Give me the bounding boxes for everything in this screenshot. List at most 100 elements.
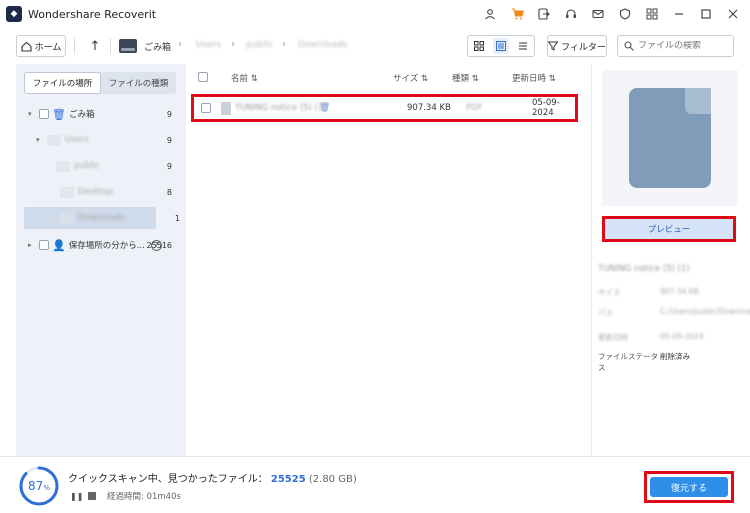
tree-item-count: 8 [166,187,172,197]
filter-button[interactable]: フィルター [547,35,607,57]
filter-label: フィルター [561,42,606,53]
table-row[interactable]: TUNING notice (5) (1) 🗑 907.34 KB PDF 05… [191,94,578,122]
cart-icon[interactable] [508,5,526,23]
tree-item-count: 1 [174,213,180,223]
column-size[interactable]: サイズ ⇅ [393,72,428,84]
details-row-status: ファイルステータス 削除済み [598,352,690,372]
user-icon[interactable] [481,5,499,23]
person-icon: 👤 [52,238,66,252]
elapsed-time: 経過時間: 01m40s [107,492,181,502]
details-row: サイズ 907.34 KB [598,287,699,297]
sign-out-icon[interactable] [535,5,553,23]
recover-button[interactable]: 復元する [650,477,728,497]
folder-icon [56,160,70,172]
toolbar: ホーム ↑ ごみ箱 › Users › public › Downloads フ… [0,30,750,62]
headset-icon[interactable] [562,5,580,23]
tree-item-trash[interactable]: ▾ 🗑 ごみ箱 9 [16,103,186,125]
sidebar-tabs: ファイルの場所 ファイルの種類 [24,72,176,94]
chevron-right-icon: › [231,39,235,50]
details-panel: プレビュー TUNING notice (5) (1) サイズ 907.34 KB… [591,64,750,456]
mail-icon[interactable] [589,5,607,23]
pause-icon[interactable]: ❚❚ [70,492,83,501]
home-button[interactable]: ホーム [16,35,66,57]
list-view-icon[interactable] [515,38,531,54]
status-bar: 87% クイックスキャン中、見つかったファイル： 25525 (2.80 GB)… [0,456,750,513]
file-type: PDF [466,103,483,113]
select-all-checkbox[interactable] [198,72,208,82]
divider [110,38,111,54]
recover-button-highlight: 復元する [644,471,734,503]
app-logo-icon: ◆ [6,6,22,22]
tree-item-users[interactable]: ▾ Users 9 [16,129,186,151]
preview-button[interactable]: プレビュー [602,216,736,242]
checkbox[interactable] [39,109,49,119]
folder-icon [60,212,74,224]
list-header: 名前 ⇅ サイズ ⇅ 種類 ⇅ 更新日時 ⇅ [188,64,588,88]
shield-icon[interactable] [616,5,634,23]
chevron-down-icon[interactable]: ▾ [36,136,44,144]
tree-item-label: 保存場所の分から... [68,241,145,251]
detail-view-icon[interactable] [493,38,509,54]
tree-item-count: 9 [166,109,172,119]
home-label: ホーム [34,42,62,53]
preview-thumbnail [602,70,738,206]
drive-icon [119,39,137,53]
chevron-right-icon: › [178,39,182,50]
tree-item-unknown-location[interactable]: ▸ 👤 保存場所の分から... ? 25516 [16,234,186,256]
row-checkbox[interactable] [201,103,211,113]
column-name[interactable]: 名前 ⇅ [231,72,258,84]
tree-item-label: ごみ箱 [68,110,95,120]
app-title: Wondershare Recoverit [28,7,157,21]
breadcrumb-trash[interactable]: ごみ箱 [144,40,171,53]
document-icon [629,88,711,188]
sidebar: ファイルの場所 ファイルの種類 ▾ 🗑 ごみ箱 9 ▾ Users 9 publ… [16,64,186,456]
chevron-right-icon: › [282,39,286,50]
minimize-icon[interactable] [670,5,688,23]
up-arrow-icon[interactable]: ↑ [84,35,106,57]
close-icon[interactable] [724,5,742,23]
folder-icon [47,134,61,146]
tree-item-count: 9 [166,161,172,171]
tree-item-label: public [74,161,100,171]
checkbox[interactable] [39,240,49,250]
chevron-right-icon[interactable]: ▸ [28,241,36,249]
tab-file-type[interactable]: ファイルの種類 [101,72,176,94]
grid-menu-icon[interactable] [643,5,661,23]
tree-item-label: Desktop [78,187,114,197]
progress-percent: 87% [28,479,50,493]
chevron-down-icon[interactable]: ▾ [28,110,36,118]
folder-icon [60,186,74,198]
view-toggle-group [467,35,535,57]
grid-view-icon[interactable] [471,38,487,54]
column-type[interactable]: 種類 ⇅ [452,72,479,84]
filter-icon [548,41,559,51]
file-size: 907.34 KB [407,103,451,113]
stop-icon[interactable] [88,492,96,500]
file-date: 05-09-2024 [532,98,560,118]
tree-item-desktop[interactable]: Desktop 8 [16,181,186,203]
title-bar: ◆ Wondershare Recoverit [0,0,750,28]
breadcrumb-downloads[interactable]: Downloads [298,40,347,50]
tree-item-public[interactable]: public 9 [16,155,186,177]
search-box[interactable] [617,35,734,57]
title-icons [481,5,742,23]
file-icon [221,101,231,115]
tree-item-count: 25516 [146,240,172,250]
tab-file-location[interactable]: ファイルの場所 [24,72,101,94]
breadcrumb-public[interactable]: public [246,40,273,50]
deleted-icon: 🗑 [319,103,331,113]
maximize-icon[interactable] [697,5,715,23]
breadcrumb-users[interactable]: Users [196,40,221,50]
column-date[interactable]: 更新日時 ⇅ [512,72,556,84]
file-name: TUNING notice (5) (1) [235,103,327,113]
divider [74,38,75,54]
tree-item-label: Users [65,135,89,145]
tree-item-label: Downloads [78,213,125,223]
search-input[interactable] [638,41,728,51]
trash-icon: 🗑 [52,107,66,121]
scan-status: クイックスキャン中、見つかったファイル： 25525 (2.80 GB) [68,474,357,485]
home-icon [21,41,32,52]
tree-item-downloads[interactable]: Downloads 1 [24,207,180,229]
tree-item-count: 9 [166,135,172,145]
details-row: パスC:/Users/public/Downloads [598,307,750,317]
